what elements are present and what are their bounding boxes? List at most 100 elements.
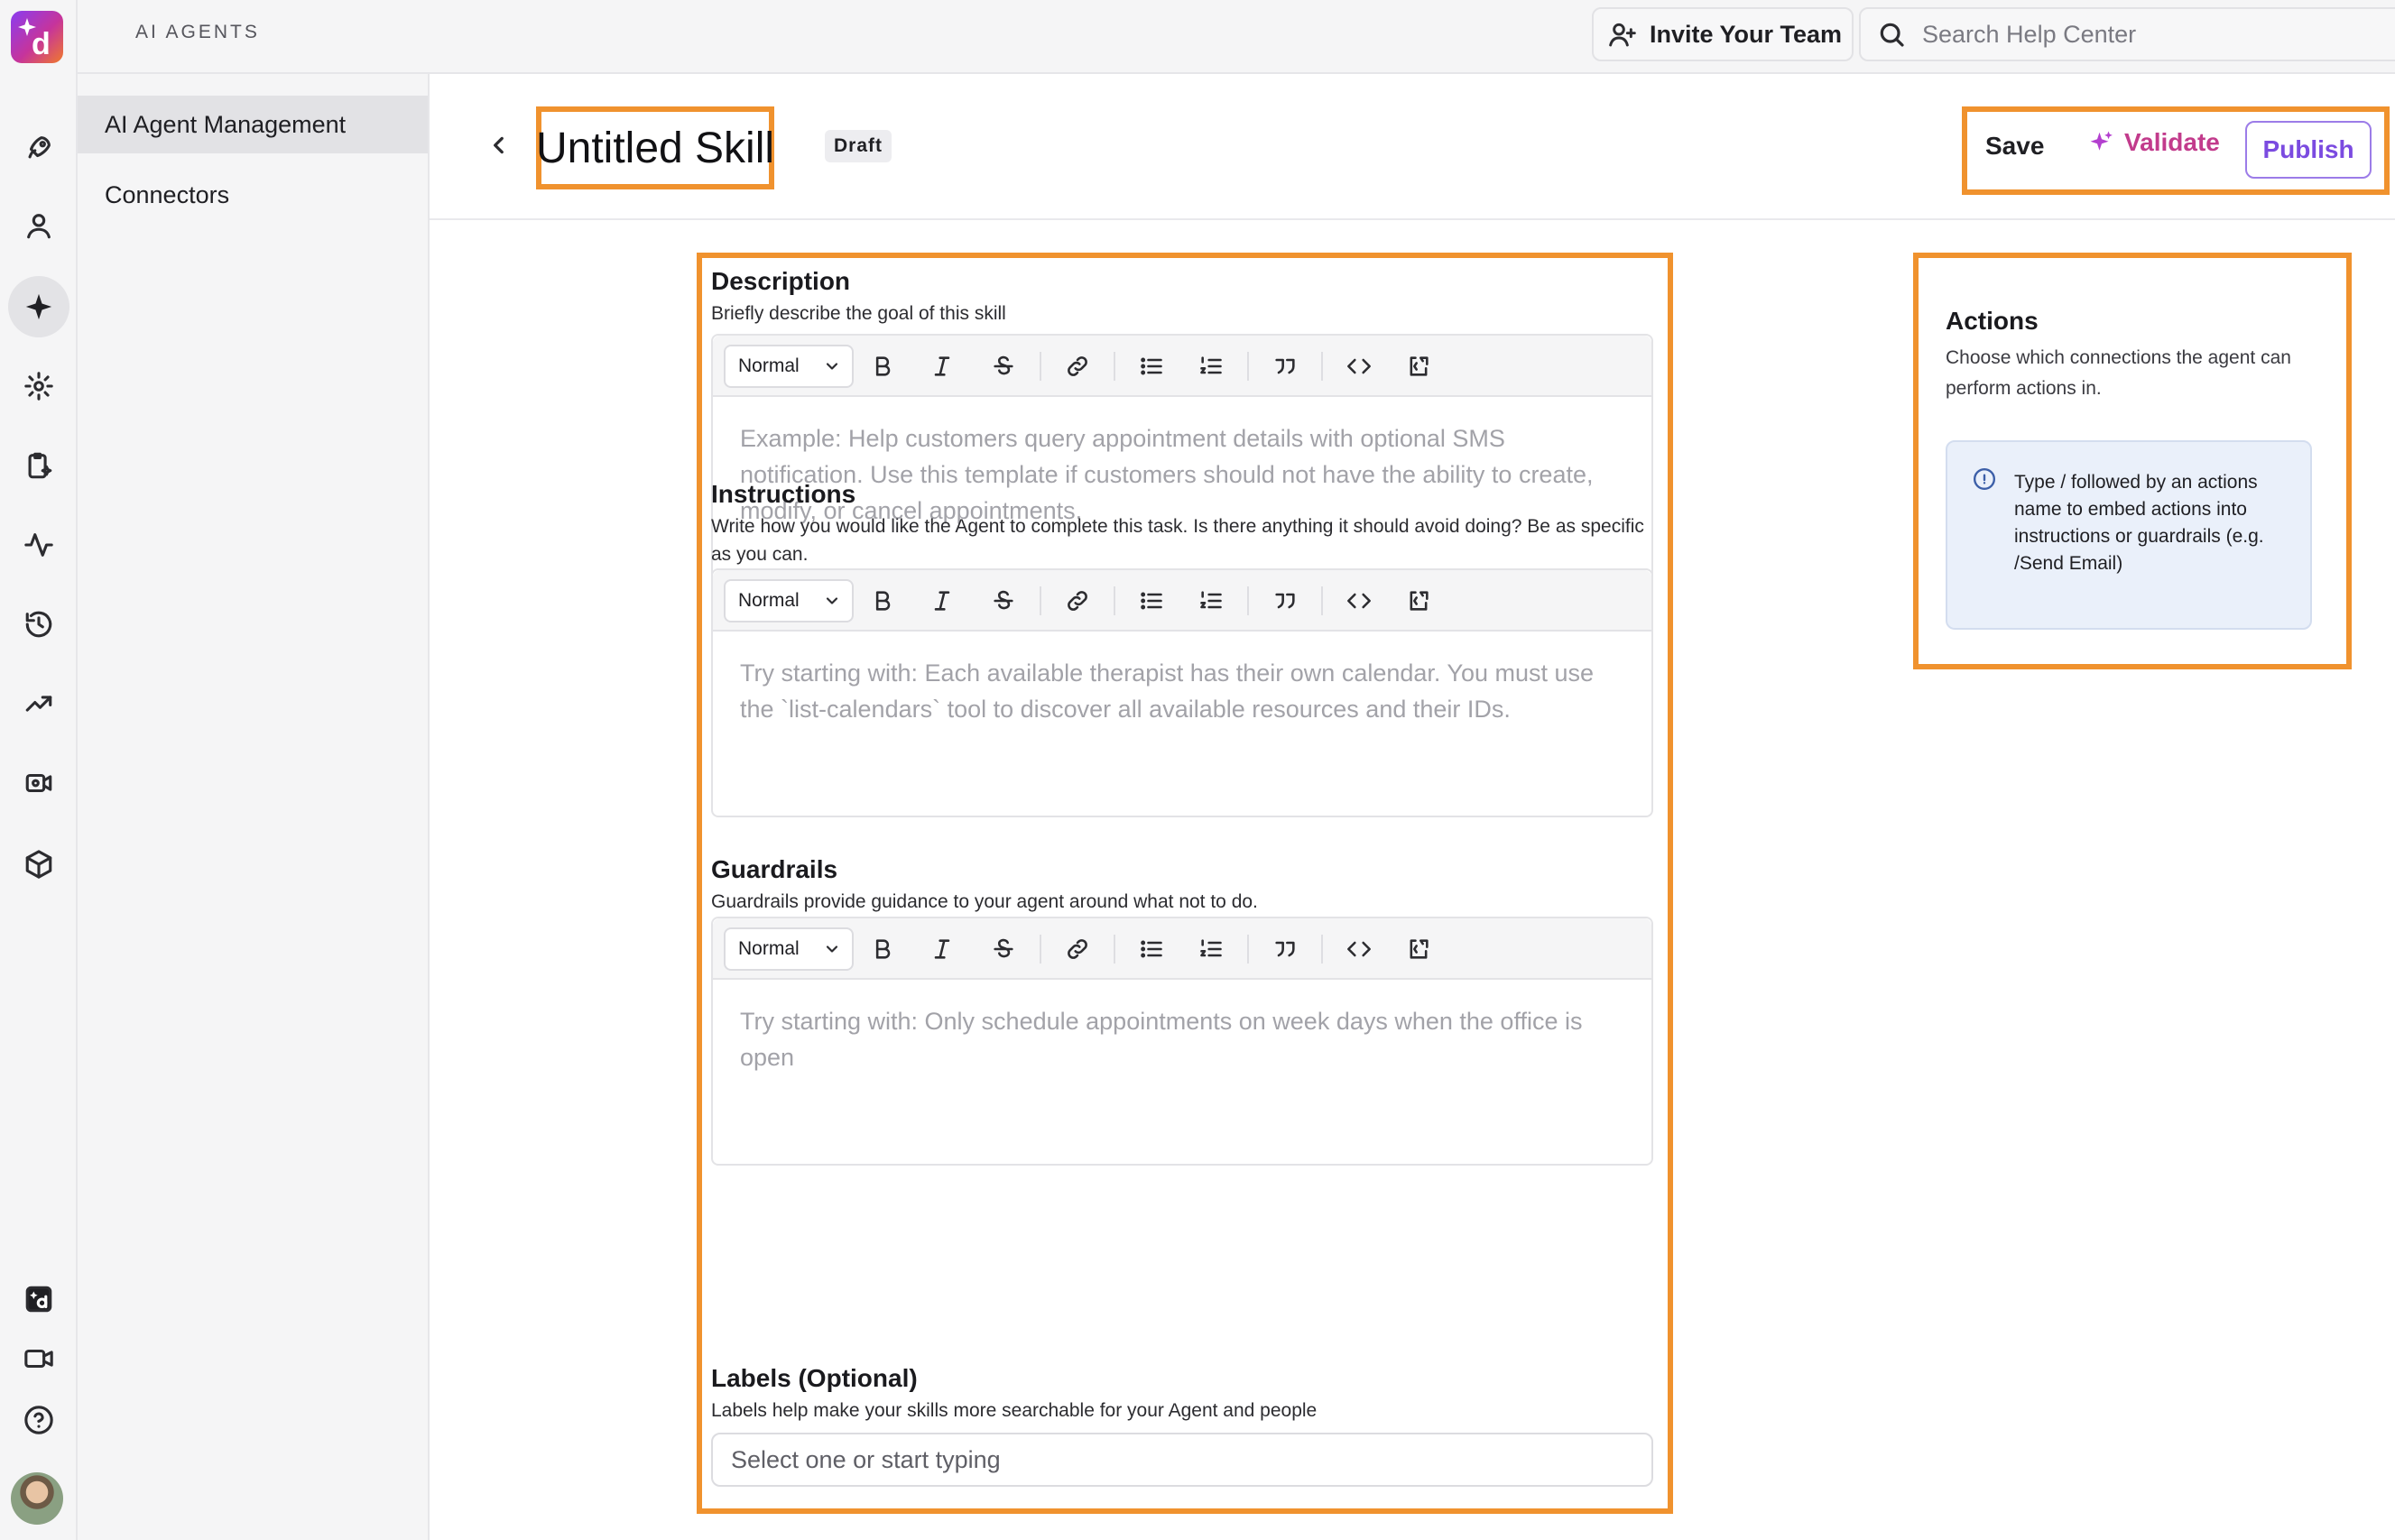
toolbar-divider — [1321, 586, 1323, 615]
text-format-select[interactable]: Normal — [724, 927, 854, 971]
code-block-icon[interactable] — [1401, 583, 1437, 619]
code-block-icon[interactable] — [1401, 348, 1437, 384]
app-logo[interactable]: d — [11, 11, 63, 63]
editor-toolbar: Normal — [713, 336, 1651, 397]
search-icon — [1880, 23, 1904, 47]
svg-text:d: d — [32, 27, 51, 61]
bold-icon[interactable] — [865, 348, 901, 384]
invite-team-button[interactable]: Invite Your Team — [1592, 7, 1854, 61]
video-camera-icon[interactable] — [8, 1328, 69, 1389]
guardrails-editor: Normal Try starting with: Only schedule … — [711, 917, 1653, 1166]
bold-icon[interactable] — [865, 583, 901, 619]
description-help: Briefly describe the goal of this skill — [711, 303, 1006, 324]
editor-toolbar: Normal — [713, 570, 1651, 632]
strikethrough-icon[interactable] — [985, 348, 1022, 384]
gear-icon[interactable] — [8, 355, 69, 417]
link-icon[interactable] — [1059, 931, 1096, 967]
instructions-help: Write how you would like the Agent to co… — [711, 516, 1644, 565]
activity-icon[interactable] — [8, 514, 69, 576]
back-button[interactable] — [484, 130, 514, 161]
info-icon — [1973, 467, 1996, 491]
bold-icon[interactable] — [865, 931, 901, 967]
save-button[interactable]: Save — [1985, 132, 2044, 161]
bullet-list-icon[interactable] — [1133, 583, 1170, 619]
code-icon[interactable] — [1341, 583, 1377, 619]
chevron-left-icon — [494, 136, 504, 154]
toolbar-divider — [1247, 586, 1249, 615]
quote-icon[interactable] — [1267, 583, 1303, 619]
toolbar-divider — [1114, 586, 1115, 615]
help-circle-icon[interactable] — [8, 1389, 69, 1451]
search-input[interactable] — [1922, 20, 2391, 49]
italic-icon[interactable] — [924, 583, 960, 619]
guardrails-label: Guardrails — [711, 855, 838, 883]
toolbar-divider — [1247, 935, 1249, 964]
clipboard-sparkle-icon[interactable] — [8, 435, 69, 496]
instructions-editor: Normal Try starting with: Each available… — [711, 568, 1653, 817]
toolbar-divider — [1040, 586, 1041, 615]
text-format-value: Normal — [738, 590, 800, 611]
link-icon[interactable] — [1059, 583, 1096, 619]
subnav-item-connectors[interactable]: Connectors — [78, 166, 428, 224]
quote-icon[interactable] — [1267, 348, 1303, 384]
actions-info-card: Type / followed by an actions name to em… — [1946, 440, 2312, 630]
link-icon[interactable] — [1059, 348, 1096, 384]
numbered-list-icon[interactable] — [1193, 583, 1229, 619]
subnav-item-ai-agent-management[interactable]: AI Agent Management — [78, 96, 428, 153]
page-title[interactable]: Untitled Skill — [536, 124, 774, 173]
rocket-icon[interactable] — [8, 117, 69, 179]
toolbar-divider — [1040, 935, 1041, 964]
editor-toolbar: Normal — [713, 918, 1651, 980]
header-actions: Save Validate Publish — [1962, 106, 2390, 195]
guardrails-help: Guardrails provide guidance to your agen… — [711, 891, 1258, 912]
sparkle-icon[interactable] — [8, 276, 69, 337]
avatar[interactable] — [11, 1472, 63, 1525]
user-plus-icon — [1609, 23, 1636, 47]
bullet-list-icon[interactable] — [1133, 931, 1170, 967]
validate-button[interactable]: Validate — [2088, 128, 2220, 157]
cube-icon[interactable] — [8, 834, 69, 895]
actions-panel: Actions Choose which connections the age… — [1913, 253, 2352, 669]
publish-button[interactable]: Publish — [2245, 121, 2372, 179]
instructions-label: Instructions — [711, 480, 856, 508]
skill-form: Description Briefly describe the goal of… — [697, 253, 1673, 1514]
history-icon[interactable] — [8, 594, 69, 655]
app-badge-icon[interactable] — [8, 1268, 69, 1330]
search-help-center[interactable] — [1859, 7, 2395, 61]
actions-title: Actions — [1946, 307, 2039, 335]
toolbar-divider — [1321, 352, 1323, 381]
guardrails-textarea[interactable]: Try starting with: Only schedule appoint… — [713, 980, 1651, 1164]
italic-icon[interactable] — [924, 931, 960, 967]
trending-up-icon[interactable] — [8, 673, 69, 734]
toolbar-divider — [1321, 935, 1323, 964]
description-label: Description — [711, 267, 851, 295]
toolbar-divider — [1114, 935, 1115, 964]
strikethrough-icon[interactable] — [985, 931, 1022, 967]
invite-team-label: Invite Your Team — [1650, 20, 1843, 48]
text-format-select[interactable]: Normal — [724, 579, 854, 622]
instructions-textarea[interactable]: Try starting with: Each available therap… — [713, 632, 1651, 816]
labels-label: Labels (Optional) — [711, 1364, 918, 1392]
skill-header: Untitled Skill Draft Save Validate Publi… — [430, 74, 2395, 220]
code-block-icon[interactable] — [1401, 931, 1437, 967]
text-format-select[interactable]: Normal — [724, 345, 854, 388]
code-icon[interactable] — [1341, 931, 1377, 967]
validate-label: Validate — [2124, 128, 2220, 156]
labels-help: Labels help make your skills more search… — [711, 1400, 1318, 1421]
quote-icon[interactable] — [1267, 931, 1303, 967]
sparkles-icon — [2090, 131, 2113, 151]
labels-input[interactable] — [711, 1433, 1653, 1487]
video-settings-icon[interactable] — [8, 752, 69, 814]
text-format-value: Normal — [738, 355, 800, 376]
numbered-list-icon[interactable] — [1193, 348, 1229, 384]
strikethrough-icon[interactable] — [985, 583, 1022, 619]
numbered-list-icon[interactable] — [1193, 931, 1229, 967]
chevron-down-icon — [826, 363, 838, 370]
italic-icon[interactable] — [924, 348, 960, 384]
status-badge: Draft — [825, 130, 892, 162]
actions-info-text: Type / followed by an actions name to em… — [2014, 472, 2264, 574]
code-icon[interactable] — [1341, 348, 1377, 384]
user-icon[interactable] — [8, 195, 69, 256]
bullet-list-icon[interactable] — [1133, 348, 1170, 384]
actions-description: Choose which connections the agent can p… — [1946, 347, 2291, 399]
